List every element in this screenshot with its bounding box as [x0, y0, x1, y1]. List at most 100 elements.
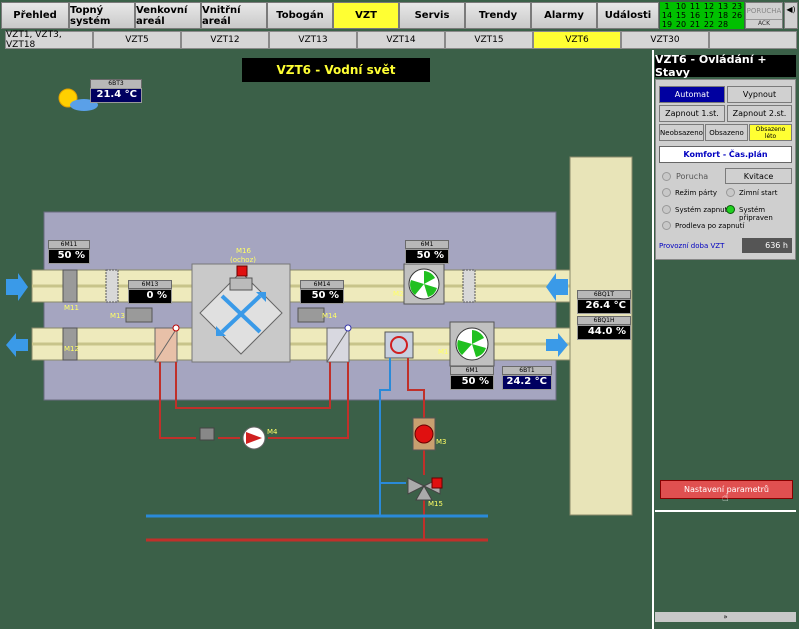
- system-pripraven-led: [726, 205, 735, 214]
- neobsazeno-button[interactable]: Neobsazeno: [659, 124, 704, 141]
- prodleva-led: [662, 221, 671, 230]
- tag-6m14: 6M14: [300, 280, 344, 289]
- label-m11: M11: [64, 304, 79, 312]
- value-6bq1t: 26.4 °C: [577, 299, 631, 314]
- tab-servis[interactable]: Servis: [399, 2, 465, 29]
- panel-spacer: [655, 262, 796, 476]
- m16-actuator: [236, 265, 248, 277]
- provozni-doba-value: 636 h: [742, 238, 792, 253]
- bypass-damper: [229, 277, 253, 291]
- system-zapnut-label: Systém zapnut: [675, 206, 728, 214]
- panel-divider: [655, 510, 796, 512]
- value-6m1-bottom: 50 %: [450, 375, 494, 390]
- value-6m13: 0 %: [128, 289, 172, 304]
- pump-m3: [414, 424, 434, 444]
- tab-vzt12[interactable]: VZT12: [181, 31, 269, 49]
- tab-vzt13[interactable]: VZT13: [269, 31, 357, 49]
- tag-6m1-bottom: 6M1: [450, 366, 494, 375]
- zimni-start-led: [726, 188, 735, 197]
- cal-day: 11: [689, 2, 701, 11]
- tab-trendy[interactable]: Trendy: [465, 2, 531, 29]
- cal-day: 13: [717, 2, 729, 11]
- tab-vzt6[interactable]: VZT6: [533, 31, 621, 49]
- cal-day: 19: [661, 20, 673, 29]
- calendar-grid: 1 10 11 12 13 23 14 15 16 17 18 26 19 20…: [660, 2, 744, 29]
- tab-vzt[interactable]: VZT: [333, 2, 399, 29]
- automat-button[interactable]: Automat: [659, 86, 725, 103]
- cal-day: 21: [689, 20, 701, 29]
- tag-6bq1t: 6BQ1T: [577, 290, 631, 299]
- label-m4: M4: [267, 428, 278, 436]
- sound-icon[interactable]: ◀): [784, 2, 798, 29]
- porucha-label: PORUCHA: [746, 7, 782, 15]
- value-6bt3: 21.4 °C: [90, 88, 142, 103]
- provozni-doba-label: Provozní doba VZT: [659, 242, 725, 250]
- cal-day: 23: [731, 2, 743, 11]
- arrow-in-supply: [6, 273, 28, 301]
- tab-vzt30[interactable]: VZT30: [621, 31, 709, 49]
- tab-udalosti[interactable]: Události: [597, 2, 659, 29]
- tab-vnitrni-areal[interactable]: Vnitřní areál: [201, 2, 267, 29]
- zapnout1-button[interactable]: Zapnout 1.st.: [659, 105, 725, 122]
- filter-1: [105, 269, 119, 303]
- cursor-icon: ☝: [722, 491, 729, 504]
- tab-tobogan[interactable]: Tobogán: [267, 2, 333, 29]
- damper-m14: [297, 307, 325, 323]
- porucha-led: [662, 172, 671, 181]
- label-m15: M15: [428, 500, 443, 508]
- label-m2: M2: [393, 290, 404, 298]
- cal-day: 28: [717, 20, 729, 29]
- cal-day: 1: [664, 2, 670, 11]
- page-title: VZT6 - Vodní svět: [242, 58, 430, 82]
- rezim-party-label: Režim párty: [675, 189, 718, 197]
- kvitace-button[interactable]: Kvitace: [725, 168, 792, 184]
- valve-m4-side: [199, 427, 215, 441]
- komfort-status: Komfort - Čas.plán: [659, 146, 792, 163]
- prodleva-label: Prodleva po zapnutí: [675, 222, 745, 230]
- tab-alarmy[interactable]: Alarmy: [531, 2, 597, 29]
- cal-day: 10: [675, 2, 687, 11]
- system-pripraven-label: Systém připraven: [739, 206, 773, 222]
- cal-day: 18: [717, 11, 729, 20]
- label-m14: M14: [322, 312, 337, 320]
- vypnout-button[interactable]: Vypnout: [727, 86, 792, 103]
- tab-vzt15[interactable]: VZT15: [445, 31, 533, 49]
- obsazeno-button[interactable]: Obsazeno: [705, 124, 748, 141]
- tab-venkovni-areal[interactable]: Venkovní areál: [135, 2, 201, 29]
- tab-vzt1-vzt3-vzt18[interactable]: VZT1, VZT3, VZT18: [5, 30, 93, 50]
- value-6m14: 50 %: [300, 289, 344, 304]
- zimni-start-label: Zimní start: [739, 189, 778, 197]
- label-m13: M13: [110, 312, 125, 320]
- cal-day: 15: [675, 11, 687, 20]
- rezim-party-led: [662, 188, 671, 197]
- tag-6m1-top: 6M1: [405, 240, 449, 249]
- damper-m13: [125, 307, 153, 323]
- cal-day: 22: [703, 20, 715, 29]
- heater-coil: [384, 331, 414, 359]
- label-m1: M1: [438, 348, 449, 356]
- ack-label: ACK: [746, 19, 782, 27]
- porucha-label: Porucha: [676, 172, 709, 181]
- damper-m12: [62, 327, 78, 361]
- tab-prehled[interactable]: Přehled: [1, 2, 69, 29]
- tag-6m13: 6M13: [128, 280, 172, 289]
- scroll-down-icon[interactable]: »: [655, 612, 796, 622]
- value-6m11: 50 %: [48, 249, 90, 264]
- value-6m1-top: 50 %: [405, 249, 449, 264]
- system-zapnut-led: [662, 205, 671, 214]
- cal-day: 16: [689, 11, 701, 20]
- cal-day: 20: [675, 20, 687, 29]
- zapnout2-button[interactable]: Zapnout 2.st.: [727, 105, 792, 122]
- tag-6bt1: 6BT1: [502, 366, 552, 375]
- tab-vzt5[interactable]: VZT5: [93, 31, 181, 49]
- tab-empty: [709, 31, 797, 49]
- label-m16-ochoz: (ochoz): [230, 256, 256, 264]
- label-m16: M16: [236, 247, 251, 255]
- porucha-button[interactable]: PORUCHA ACK: [745, 2, 783, 29]
- cal-day: 26: [731, 11, 743, 20]
- filter-2: [462, 269, 476, 303]
- tab-topny-system[interactable]: Topný systém: [69, 2, 135, 29]
- tab-vzt14[interactable]: VZT14: [357, 31, 445, 49]
- obsazeno-leto-button[interactable]: Obsazeno léto: [749, 124, 792, 141]
- hvac-diagram: [6, 88, 633, 542]
